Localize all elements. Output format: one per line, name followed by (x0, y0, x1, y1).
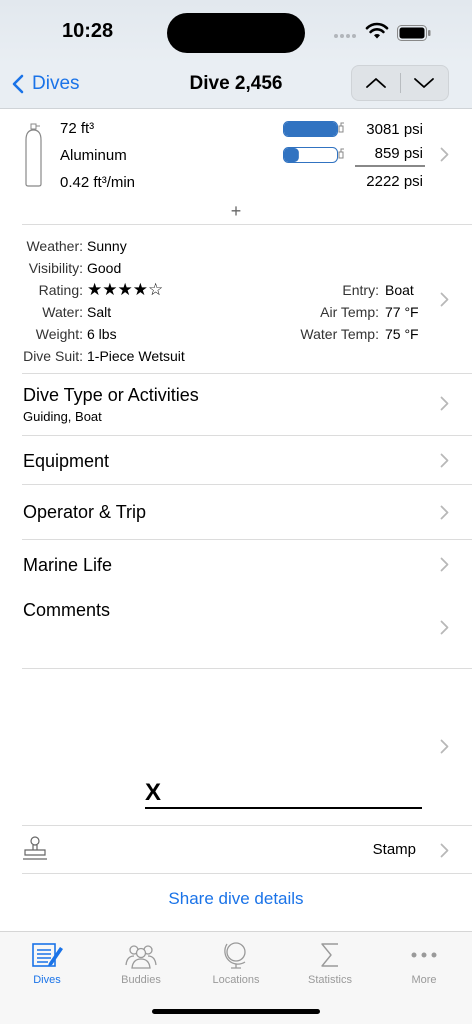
status-bar: 10:28 (0, 0, 472, 64)
water-temp-label: Water Temp: (300, 326, 379, 342)
tab-locations[interactable]: Locations (189, 940, 283, 986)
chevron-right-icon (440, 396, 449, 411)
sac-rate: 0.42 ft³/min (60, 174, 136, 191)
navigation-bar: Dives Dive 2,456 (0, 64, 472, 109)
conditions-section[interactable]: Weather: Sunny Visibility: Good Rating: … (0, 225, 472, 373)
home-indicator (152, 1009, 320, 1014)
tab-more[interactable]: More (377, 940, 471, 986)
chevron-right-icon (440, 843, 449, 858)
weather-label: Weather: (26, 238, 83, 254)
chevron-right-icon (440, 453, 449, 468)
water-label: Water: (42, 304, 83, 320)
tab-label: Buddies (121, 974, 161, 986)
water-value: Salt (87, 304, 112, 320)
start-pressure-gauge (283, 121, 344, 137)
weight-label: Weight: (35, 326, 83, 342)
chevron-down-icon (414, 78, 434, 88)
chevron-right-icon (440, 147, 449, 162)
operator-trip-row[interactable]: Operator & Trip (0, 485, 472, 539)
buddies-icon (125, 945, 157, 969)
stamp-row[interactable]: Stamp (0, 826, 472, 873)
water-temp-value: 75 °F (385, 326, 419, 342)
subtraction-line (355, 165, 425, 167)
entry-label: Entry: (342, 282, 379, 298)
globe-icon (224, 942, 246, 969)
tank-material: Aluminum (60, 147, 127, 164)
share-dive-details-button[interactable]: Share dive details (0, 889, 472, 909)
dive-type-subtitle: Guiding, Boat (23, 409, 102, 424)
cylinder-icon (25, 123, 42, 187)
tab-buddies[interactable]: Buddies (94, 940, 188, 986)
dynamic-island (167, 13, 305, 53)
chevron-up-icon (366, 78, 386, 88)
equipment-title: Equipment (23, 451, 110, 471)
rating-label: Rating: (38, 282, 83, 298)
battery-icon (397, 25, 431, 41)
suit-label: Dive Suit: (23, 348, 83, 364)
chevron-right-icon (440, 505, 449, 520)
sigma-icon (321, 943, 338, 967)
chevron-right-icon (440, 739, 449, 754)
tab-statistics[interactable]: Statistics (283, 940, 377, 986)
end-pressure-gauge (283, 147, 344, 163)
end-pressure: 859 psi (374, 145, 423, 162)
prev-next-control (351, 65, 449, 101)
next-dive-button[interactable] (400, 66, 448, 100)
signature-line (145, 807, 422, 809)
stamp-label: Stamp (372, 841, 416, 858)
cellular-signal-icon (334, 34, 360, 40)
dive-type-row[interactable]: Dive Type or Activities Guiding, Boat (0, 374, 472, 435)
chevron-right-icon (440, 557, 449, 572)
stamp-icon (23, 836, 47, 860)
used-pressure: 2222 psi (366, 173, 423, 190)
tab-dives[interactable]: Dives (0, 940, 94, 986)
chevron-right-icon (440, 620, 449, 635)
tab-label: Dives (33, 974, 61, 986)
previous-dive-button[interactable] (352, 66, 400, 100)
dive-log-icon (32, 943, 63, 967)
tab-label: More (411, 974, 437, 986)
signature-area[interactable]: X (0, 669, 472, 825)
operator-trip-title: Operator & Trip (23, 502, 147, 522)
add-tank-button[interactable]: + (226, 201, 246, 222)
chevron-right-icon (440, 292, 449, 307)
tab-label: Statistics (307, 974, 352, 986)
weather-value: Sunny (87, 238, 127, 254)
tank-volume: 72 ft³ (60, 120, 95, 137)
comments-row[interactable]: Comments (0, 588, 472, 668)
marine-life-row[interactable]: Marine Life (0, 540, 472, 588)
tank-section[interactable]: 72 ft³ Aluminum 0.42 ft³/min 3081 psi 85… (0, 110, 472, 198)
equipment-row[interactable]: Equipment (0, 436, 472, 484)
air-temp-value: 77 °F (385, 304, 419, 320)
air-temp-label: Air Temp: (320, 304, 379, 320)
marine-life-title: Marine Life (23, 555, 113, 575)
suit-value: 1-Piece Wetsuit (87, 348, 185, 364)
comments-title: Comments (23, 600, 111, 620)
visibility-label: Visibility: (28, 260, 83, 276)
start-pressure: 3081 psi (366, 121, 423, 138)
entry-value: Boat (385, 282, 414, 298)
signature-mark: X (145, 779, 162, 806)
tab-label: Locations (212, 974, 260, 986)
more-icon (411, 952, 437, 958)
dive-type-title: Dive Type or Activities (23, 385, 199, 405)
rating-stars: ★★★★☆ (87, 280, 164, 299)
divider (22, 873, 472, 874)
wifi-icon (365, 22, 389, 39)
weight-value: 6 lbs (87, 326, 117, 342)
visibility-value: Good (87, 260, 122, 276)
status-time: 10:28 (62, 20, 114, 42)
